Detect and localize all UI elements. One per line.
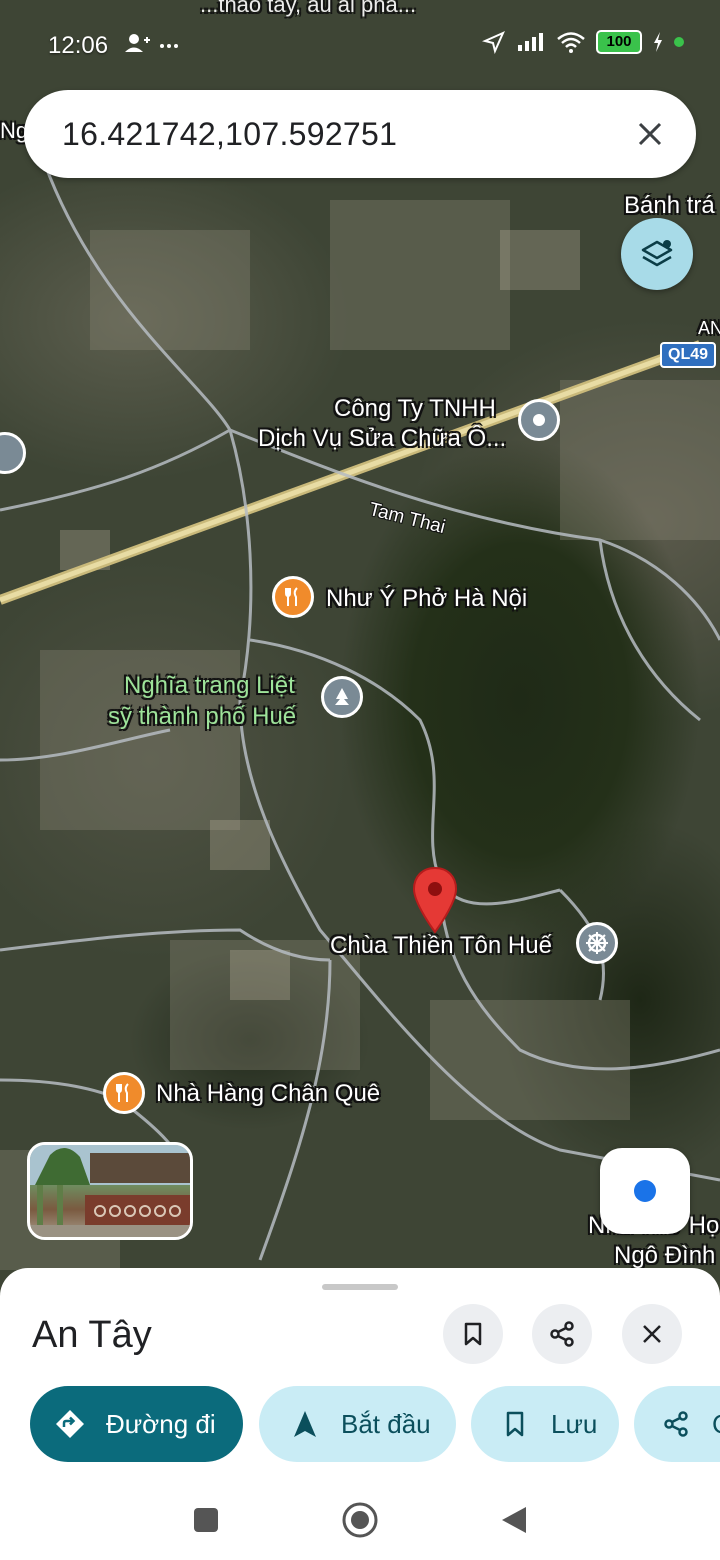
map-label-right-edge: AN [698,318,720,338]
share-icon [658,1406,694,1442]
map-label-company-line1[interactable]: Công Ty TNHH [334,395,496,423]
share-button[interactable]: C [634,1386,720,1462]
map-label-bottom-right-line2[interactable]: Ngô Đình [614,1242,715,1270]
home-icon [342,1502,378,1538]
search-query[interactable]: 16.421742,107.592751 [62,116,397,153]
directions-button[interactable]: Đường đi [30,1386,243,1462]
save-icon-button[interactable] [443,1304,503,1364]
tree-icon [335,688,349,705]
start-button[interactable]: Bắt đầu [259,1386,456,1462]
directions-icon [52,1406,88,1442]
close-sheet-button[interactable] [622,1304,682,1364]
map-label-cemetery-line1[interactable]: Nghĩa trang Liệt [124,672,295,700]
status-left-icons [124,32,180,62]
back-button[interactable] [492,1498,536,1542]
restaurant-poi-pin[interactable] [103,1072,145,1114]
status-right-icons: 100 [482,30,684,54]
layers-icon [641,240,673,267]
bookmark-icon [497,1406,533,1442]
map-label-pho[interactable]: Như Ý Phở Hà Nội [326,585,527,613]
charging-icon [654,32,662,52]
back-icon [502,1507,526,1533]
map-label-cemetery-line2[interactable]: sỹ thành phố Huế [108,703,296,731]
my-location-icon [634,1180,656,1202]
person-add-icon [125,34,178,52]
action-chips-row[interactable]: Đường đi Bắt đầu Lưu C [30,1386,720,1462]
map-label-pagoda[interactable]: Chùa Thiền Tôn Huế [330,932,552,960]
signal-icon [518,33,543,51]
map-label-company-line2[interactable]: Dịch Vụ Sửa Chữa Ô... [258,425,506,453]
recents-button[interactable] [184,1498,228,1542]
save-button[interactable]: Lưu [471,1386,619,1462]
map-label-restaurant[interactable]: Nhà Hàng Chân Quê [156,1080,380,1108]
close-icon [638,122,662,146]
poi-dot-icon [533,414,545,426]
layers-button[interactable] [621,218,693,290]
dropped-pin-icon[interactable] [411,866,459,936]
recents-icon [194,1508,218,1532]
battery-icon: 100 [596,30,642,54]
sheet-drag-handle[interactable] [322,1284,398,1290]
status-time: 12:06 [48,32,109,59]
save-label: Lưu [551,1408,598,1439]
system-nav-bar [0,1480,720,1560]
fork-knife-icon [285,587,298,606]
share-icon [550,1321,574,1347]
location-arrow-icon [482,31,505,54]
street-view-image [30,1145,190,1237]
wifi-icon [557,32,585,53]
fork-knife-icon [116,1083,129,1102]
pho-poi-pin[interactable] [272,576,314,618]
clear-search-button[interactable] [626,110,674,158]
cemetery-poi-pin[interactable] [321,676,363,718]
directions-label: Đường đi [106,1408,216,1439]
dharma-wheel-icon [586,932,608,954]
share-label: C [712,1409,720,1440]
navigation-arrow-icon [287,1406,323,1442]
share-icon-button[interactable] [532,1304,592,1364]
home-button[interactable] [338,1498,382,1542]
search-bar[interactable]: 16.421742,107.592751 [24,90,696,178]
close-icon [643,1325,661,1343]
privacy-dot-icon [674,37,684,47]
company-poi-pin[interactable] [518,399,560,441]
pagoda-poi-pin[interactable] [576,922,618,964]
start-label: Bắt đầu [341,1408,431,1439]
status-bar: 12:06 100 [0,0,720,90]
map-view[interactable]: ...thao tây, ấu ai phả... Ng Bánh trá AN… [0,0,720,1300]
map-label-top-right[interactable]: Bánh trá [624,192,715,220]
my-location-button[interactable] [600,1148,690,1234]
street-view-thumbnail[interactable] [27,1142,193,1240]
highway-shield: QL49 [660,342,717,368]
bookmark-icon [464,1322,482,1346]
place-title: An Tây [32,1314,152,1356]
